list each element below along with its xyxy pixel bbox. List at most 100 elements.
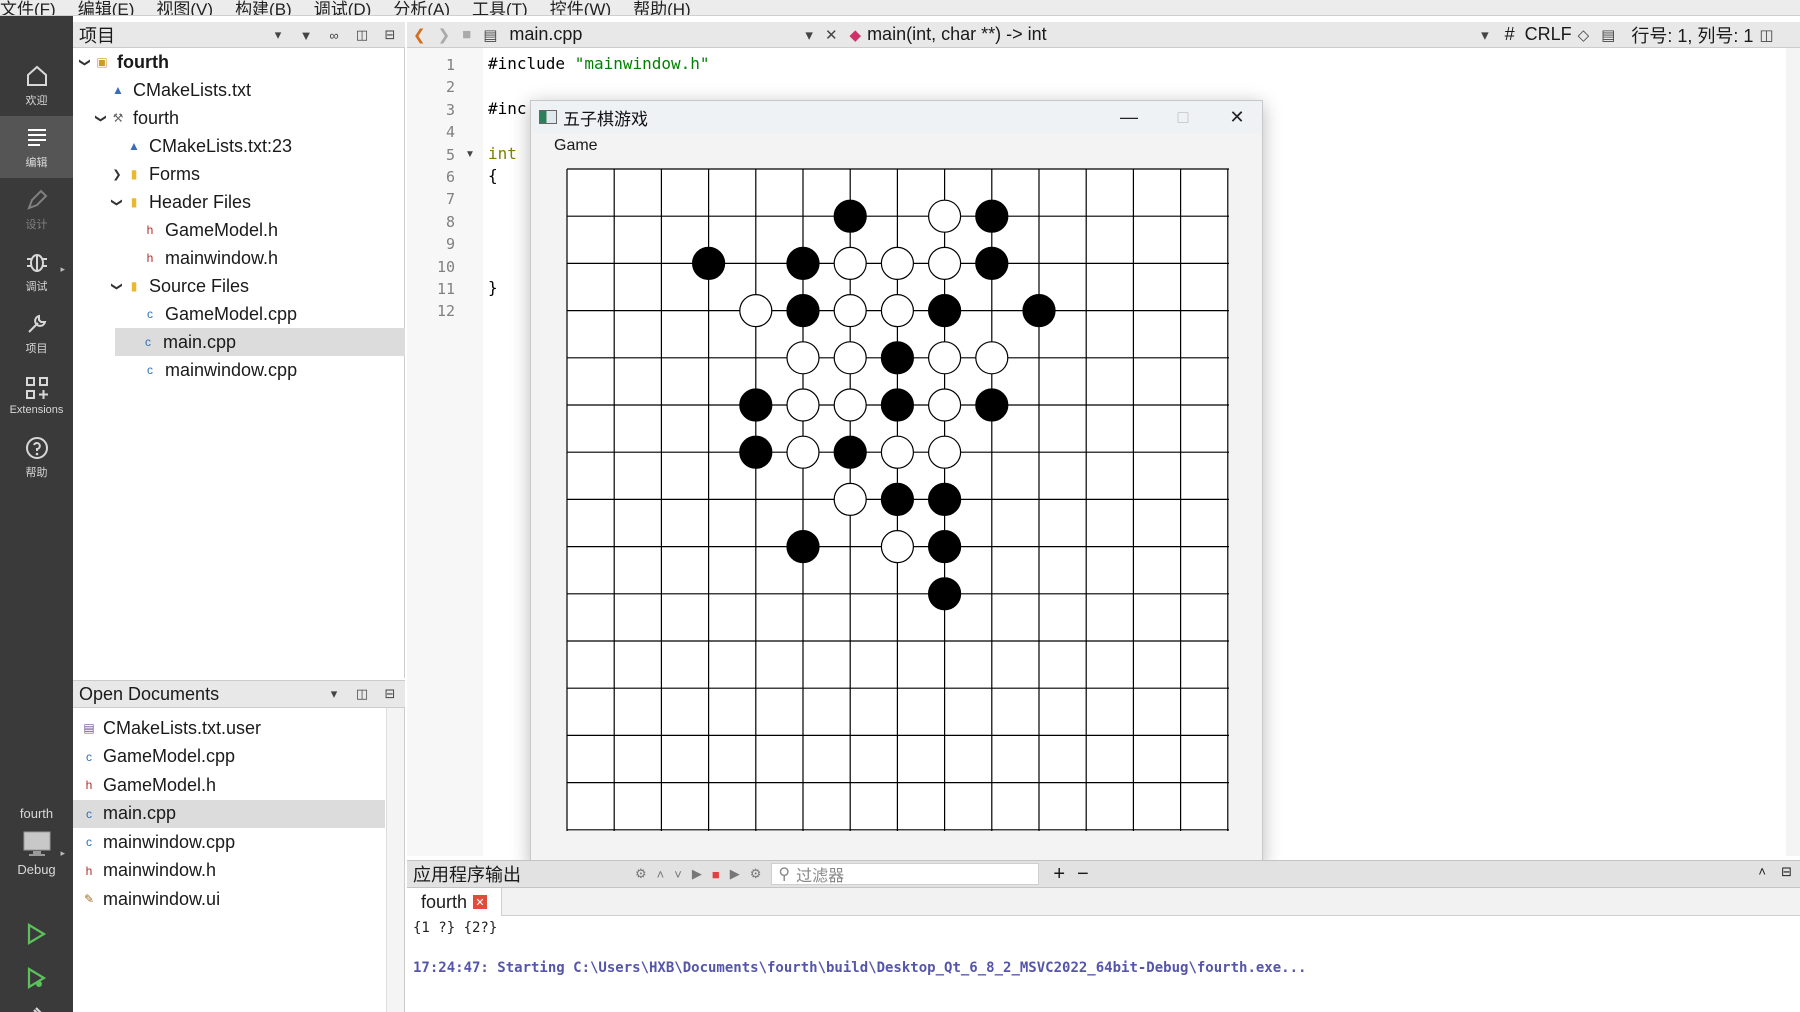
scrollbar[interactable] bbox=[1786, 48, 1800, 856]
link-icon[interactable]: ∞ bbox=[323, 25, 345, 45]
line-ending-selector[interactable]: CRLF bbox=[1525, 24, 1572, 45]
build-button[interactable] bbox=[18, 998, 54, 1012]
output-filter[interactable]: ⚲ 过滤器 bbox=[771, 863, 1040, 885]
close-button[interactable]: ✕ bbox=[1210, 101, 1264, 133]
menu-game[interactable]: Game bbox=[554, 137, 598, 155]
menu-debug[interactable]: 调试(D) bbox=[314, 0, 380, 15]
tree-item[interactable]: ❯ ▮ Header Files bbox=[73, 188, 405, 216]
menu-controls[interactable]: 控件(W) bbox=[550, 0, 619, 15]
tree-item-label: fourth bbox=[117, 51, 169, 72]
design-icon bbox=[26, 189, 47, 210]
fold-marker-icon[interactable]: ▼ bbox=[465, 149, 475, 160]
menu-help[interactable]: 帮助(H) bbox=[633, 0, 699, 15]
chevron-down-icon[interactable]: ❯ bbox=[111, 278, 124, 294]
open-document-item[interactable]: c GameModel.cpp bbox=[73, 743, 385, 771]
zoom-out-icon[interactable]: − bbox=[1077, 863, 1089, 886]
chevron-down-icon[interactable]: ❯ bbox=[111, 194, 124, 210]
chevron-down-icon[interactable]: ❯ bbox=[79, 54, 92, 70]
close-panel-icon[interactable]: ⊟ bbox=[1781, 864, 1792, 880]
up-icon[interactable]: ˄ bbox=[657, 867, 665, 882]
tree-item[interactable]: ❯ ▮ Source Files bbox=[73, 272, 405, 300]
tree-item[interactable]: ▲ CMakeLists.txt:23 bbox=[73, 132, 405, 160]
mode-debug[interactable]: 调试 ▸ bbox=[0, 240, 73, 302]
open-document-item[interactable]: ▤ CMakeLists.txt.user bbox=[73, 714, 385, 742]
file-icon: ▤ bbox=[483, 26, 498, 44]
chevron-down-icon[interactable]: ❯ bbox=[95, 110, 108, 126]
kit-build-label: Debug bbox=[17, 862, 56, 877]
zoom-in-icon[interactable]: + bbox=[1053, 863, 1065, 886]
debug-run-button[interactable] bbox=[18, 960, 54, 996]
kit-selector[interactable]: Debug ▸ bbox=[0, 830, 73, 894]
line-number: 2 bbox=[445, 78, 455, 97]
output-body[interactable]: {1 ?} {2?} 17:24:47: Starting C:\Users\H… bbox=[407, 916, 1800, 1012]
close-file-icon[interactable]: ✕ bbox=[825, 26, 838, 44]
down-icon[interactable]: ˅ bbox=[674, 867, 682, 882]
tree-item[interactable]: ▲ CMakeLists.txt bbox=[73, 76, 405, 104]
minimize-button[interactable]: — bbox=[1102, 101, 1156, 133]
tree-item[interactable]: c main.cpp bbox=[115, 328, 405, 356]
close-panel-icon[interactable]: ⊟ bbox=[379, 684, 401, 704]
output-tab-fourth[interactable]: fourth ✕ bbox=[407, 888, 503, 916]
symbol-dropdown-icon[interactable]: ▾ bbox=[1481, 26, 1489, 44]
tree-item[interactable]: h mainwindow.h bbox=[73, 244, 405, 272]
tree-item[interactable]: c GameModel.cpp bbox=[73, 300, 405, 328]
close-icon[interactable]: ✕ bbox=[473, 895, 488, 909]
mode-welcome[interactable]: 欢迎 bbox=[0, 54, 73, 116]
menu-tools[interactable]: 工具(T) bbox=[472, 0, 536, 15]
gomoku-board[interactable] bbox=[565, 167, 1229, 831]
mode-projects[interactable]: 项目 bbox=[0, 302, 73, 364]
header-file-icon: h bbox=[146, 223, 154, 237]
split-editor-icon[interactable]: ◫ bbox=[1759, 26, 1773, 44]
mode-help[interactable]: 帮助 bbox=[0, 426, 73, 488]
settings-icon[interactable]: ⚙ bbox=[750, 866, 762, 882]
filter-icon[interactable]: ▼ bbox=[295, 25, 317, 45]
maximize-panel-icon[interactable]: ˄ bbox=[1758, 864, 1766, 879]
dropdown-icon[interactable]: ▾ bbox=[323, 684, 345, 704]
split-icon[interactable]: ◫ bbox=[351, 684, 373, 704]
menu-edit[interactable]: 编辑(E) bbox=[78, 0, 143, 15]
scrollbar[interactable] bbox=[386, 708, 404, 1012]
open-document-item[interactable]: h GameModel.h bbox=[73, 771, 385, 799]
cpp-file-icon: c bbox=[86, 806, 92, 821]
chevron-right-icon[interactable]: ❯ bbox=[109, 168, 125, 181]
attach-icon[interactable]: ⚙ bbox=[635, 866, 647, 882]
split-icon[interactable]: ◫ bbox=[351, 25, 373, 45]
stop-icon[interactable]: ■ bbox=[712, 867, 720, 882]
cursor-position[interactable]: 行号: 1, 列号: 1 bbox=[1631, 22, 1753, 48]
rerun-icon[interactable]: ▶ bbox=[730, 866, 740, 882]
menu-view[interactable]: 视图(V) bbox=[156, 0, 221, 15]
window-titlebar[interactable]: 五子棋游戏 — □ ✕ bbox=[531, 101, 1262, 133]
maximize-button[interactable]: □ bbox=[1156, 101, 1210, 133]
open-document-item[interactable]: c main.cpp bbox=[73, 799, 385, 828]
outline-icon[interactable]: ▤ bbox=[1601, 26, 1615, 44]
close-panel-icon[interactable]: ⊟ bbox=[379, 25, 401, 45]
run-button[interactable] bbox=[18, 916, 54, 952]
tree-item[interactable]: ❯ ⚒ fourth bbox=[73, 104, 405, 132]
dropdown-icon[interactable]: ▾ bbox=[267, 25, 289, 45]
file-dropdown-icon[interactable]: ▾ bbox=[805, 26, 813, 44]
mode-design[interactable]: 设计 bbox=[0, 178, 73, 240]
mode-edit[interactable]: 编辑 bbox=[0, 116, 73, 178]
tree-item[interactable]: h GameModel.h bbox=[73, 216, 405, 244]
black-stone bbox=[975, 246, 1009, 281]
hash-button[interactable]: # bbox=[1505, 24, 1515, 45]
back-arrow-icon[interactable]: ❮ bbox=[413, 26, 426, 44]
symbol-selector[interactable]: main(int, char **) -> int bbox=[867, 24, 1475, 45]
tree-item[interactable]: ❯ ▣ fourth bbox=[73, 48, 405, 76]
open-document-item[interactable]: c mainwindow.cpp bbox=[73, 828, 385, 856]
menu-analyze[interactable]: 分析(A) bbox=[393, 0, 458, 15]
user-file-icon: ▤ bbox=[83, 721, 95, 735]
forward-arrow-icon[interactable]: ❯ bbox=[438, 26, 451, 44]
open-document-item[interactable]: ✎ mainwindow.ui bbox=[73, 885, 385, 913]
mode-extensions[interactable]: Extensions bbox=[0, 364, 73, 426]
tree-item[interactable]: ❯ ▮ Forms bbox=[73, 160, 405, 188]
menu-file[interactable]: 文件(F) bbox=[0, 0, 64, 15]
menu-build[interactable]: 构建(B) bbox=[235, 0, 300, 15]
tree-item[interactable]: c mainwindow.cpp bbox=[73, 356, 405, 384]
current-file-name[interactable]: main.cpp bbox=[509, 24, 799, 45]
black-stone bbox=[833, 199, 867, 233]
line-number: 12 bbox=[436, 302, 455, 321]
play-icon[interactable]: ▶ bbox=[692, 866, 702, 882]
encoding-icon[interactable]: ◇ bbox=[1578, 26, 1590, 44]
open-document-item[interactable]: h mainwindow.h bbox=[73, 857, 385, 885]
